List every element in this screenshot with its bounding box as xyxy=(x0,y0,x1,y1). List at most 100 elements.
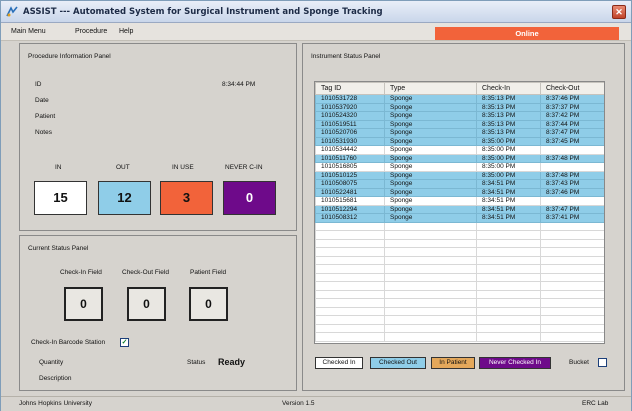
empty-table-cell xyxy=(476,323,541,333)
bucket-label: Bucket xyxy=(569,359,589,366)
table-row[interactable]: 1010512294 Sponge 8:34:51 PM 8:37:47 PM xyxy=(315,204,604,214)
panel-title: Instrument Status Panel xyxy=(311,53,381,60)
empty-table-cell xyxy=(476,315,541,325)
empty-table-cell xyxy=(476,247,541,257)
empty-table-row xyxy=(315,264,604,274)
table-cell-in: 8:35:00 PM xyxy=(476,170,541,180)
patient-field-label: Patient Field xyxy=(190,269,227,276)
check-out-field-value: 0 xyxy=(127,287,166,321)
table-cell-in: 8:34:51 PM xyxy=(476,213,541,223)
table-cell-tag: 1010508312 xyxy=(315,213,385,223)
empty-table-row xyxy=(315,272,604,282)
count-in: 15 xyxy=(34,181,87,215)
table-cell-tag: 1010515681 xyxy=(315,196,385,206)
table-row[interactable]: 1010516805 Sponge 8:35:00 PM xyxy=(315,162,604,172)
column-header-check-out[interactable]: Check-Out xyxy=(540,82,604,95)
table-row[interactable]: 1010510125 Sponge 8:35:00 PM 8:37:48 PM xyxy=(315,170,604,180)
table-cell-type: Sponge xyxy=(384,102,477,112)
table-row[interactable]: 1010515681 Sponge 8:34:51 PM xyxy=(315,196,604,206)
empty-table-cell xyxy=(384,255,477,265)
empty-table-cell xyxy=(315,281,385,291)
table-cell-type: Sponge xyxy=(384,136,477,146)
empty-table-cell xyxy=(540,247,604,257)
table-cell-in: 8:35:13 PM xyxy=(476,111,541,121)
barcode-station-label: Check-In Barcode Station xyxy=(31,339,106,346)
table-cell-out: 8:37:47 PM xyxy=(540,204,604,214)
table-row[interactable]: 1010531930 Sponge 8:35:00 PM 8:37:45 PM xyxy=(315,136,604,146)
empty-table-row xyxy=(315,255,604,265)
empty-table-cell xyxy=(315,315,385,325)
statusbar-university: Johns Hopkins University xyxy=(19,400,92,407)
legend-never-checked-in: Never Checked In xyxy=(479,357,551,369)
empty-table-cell xyxy=(476,255,541,265)
empty-table-cell xyxy=(315,272,385,282)
empty-table-cell xyxy=(476,306,541,316)
empty-table-row xyxy=(315,298,604,308)
empty-table-cell xyxy=(315,238,385,248)
table-cell-type: Sponge xyxy=(384,187,477,197)
empty-table-cell xyxy=(540,281,604,291)
table-cell-type: Sponge xyxy=(384,153,477,163)
menu-main[interactable]: Main Menu xyxy=(11,28,46,35)
table-cell-out: 8:37:37 PM xyxy=(540,102,604,112)
table-row[interactable]: 1010508075 Sponge 8:34:51 PM 8:37:43 PM xyxy=(315,179,604,189)
table-row[interactable]: 1010522481 Sponge 8:34:51 PM 8:37:46 PM xyxy=(315,187,604,197)
barcode-station-checkbox[interactable]: ✓ xyxy=(120,338,129,347)
empty-table-cell xyxy=(315,289,385,299)
table-cell-out xyxy=(540,196,604,206)
empty-table-cell xyxy=(315,332,385,342)
empty-table-cell xyxy=(384,315,477,325)
check-in-field-value: 0 xyxy=(64,287,103,321)
empty-table-cell xyxy=(384,247,477,257)
empty-table-cell xyxy=(476,298,541,308)
empty-table-cell xyxy=(476,281,541,291)
patient-field-value: 0 xyxy=(189,287,228,321)
table-cell-out xyxy=(540,162,604,172)
bucket-checkbox[interactable] xyxy=(598,358,607,367)
count-label-out: OUT xyxy=(116,164,130,171)
table-cell-type: Sponge xyxy=(384,94,477,104)
instrument-table[interactable]: Tag ID Type Check-In Check-Out 101053172… xyxy=(314,81,605,344)
check-out-field-label: Check-Out Field xyxy=(122,269,169,276)
menu-help[interactable]: Help xyxy=(119,28,133,35)
empty-table-row xyxy=(315,306,604,316)
table-cell-tag: 1010531930 xyxy=(315,136,385,146)
table-row[interactable]: 1010531728 Sponge 8:35:13 PM 8:37:46 PM xyxy=(315,94,604,104)
count-never-checked-in: 0 xyxy=(223,181,276,215)
empty-table-cell xyxy=(540,230,604,240)
close-button[interactable]: ✕ xyxy=(612,5,626,19)
column-header-check-in[interactable]: Check-In xyxy=(476,82,541,95)
column-header-type[interactable]: Type xyxy=(384,82,477,95)
table-cell-tag: 1010508075 xyxy=(315,179,385,189)
empty-table-cell xyxy=(476,272,541,282)
count-in-use: 3 xyxy=(160,181,213,215)
table-cell-out: 8:37:48 PM xyxy=(540,153,604,163)
table-cell-out: 8:37:41 PM xyxy=(540,213,604,223)
empty-table-row xyxy=(315,332,604,342)
table-cell-type: Sponge xyxy=(384,111,477,121)
count-out: 12 xyxy=(98,181,151,215)
empty-table-cell xyxy=(315,221,385,231)
empty-table-row xyxy=(315,281,604,291)
table-row[interactable]: 1010508312 Sponge 8:34:51 PM 8:37:41 PM xyxy=(315,213,604,223)
table-cell-tag: 1010511760 xyxy=(315,153,385,163)
table-cell-in: 8:34:51 PM xyxy=(476,179,541,189)
empty-table-cell xyxy=(476,238,541,248)
table-cell-out: 8:37:46 PM xyxy=(540,187,604,197)
menu-procedure[interactable]: Procedure xyxy=(75,28,107,35)
empty-table-row xyxy=(315,247,604,257)
table-cell-in: 8:35:00 PM xyxy=(476,136,541,146)
table-row[interactable]: 1010511760 Sponge 8:35:00 PM 8:37:48 PM xyxy=(315,153,604,163)
empty-table-cell xyxy=(476,221,541,231)
table-row[interactable]: 1010534442 Sponge 8:35:00 PM xyxy=(315,145,604,155)
table-row[interactable]: 1010519511 Sponge 8:35:13 PM 8:37:44 PM xyxy=(315,119,604,129)
table-cell-out: 8:37:48 PM xyxy=(540,170,604,180)
table-row[interactable]: 1010520706 Sponge 8:35:13 PM 8:37:47 PM xyxy=(315,128,604,138)
table-cell-in: 8:35:13 PM xyxy=(476,94,541,104)
table-row[interactable]: 1010524320 Sponge 8:35:13 PM 8:37:42 PM xyxy=(315,111,604,121)
column-header-tag-id[interactable]: Tag ID xyxy=(315,82,385,95)
table-row[interactable]: 1010537920 Sponge 8:35:13 PM 8:37:37 PM xyxy=(315,102,604,112)
empty-table-cell xyxy=(540,315,604,325)
id-label: ID xyxy=(35,81,42,88)
empty-table-cell xyxy=(476,332,541,342)
